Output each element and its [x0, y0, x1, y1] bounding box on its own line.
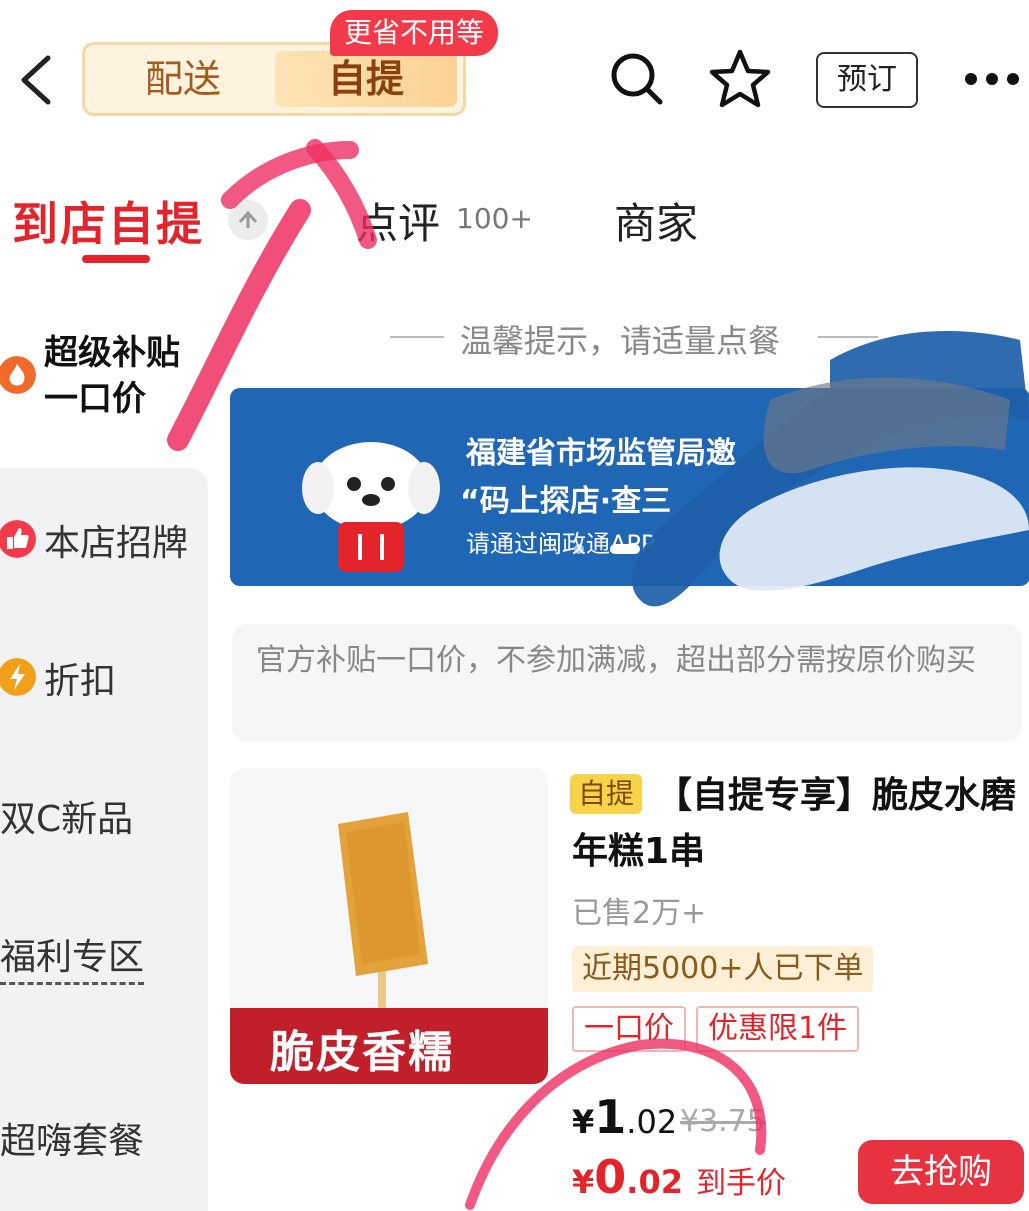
tab-pickup[interactable]: 到店自提 [12, 188, 204, 254]
scribble-overlay [632, 331, 1029, 607]
price-integer: 0 [594, 1150, 627, 1204]
currency-symbol: ¥ [572, 1163, 595, 1201]
tab-active-indicator [82, 255, 150, 263]
dog-mascot-icon [302, 442, 440, 572]
limit-tag: 优惠限1件 [696, 1006, 860, 1052]
star-icon[interactable] [708, 48, 772, 110]
sidebar-item-label: 一口价 [44, 379, 146, 419]
product-image[interactable]: 脆皮香糯 [230, 768, 548, 1084]
reviews-count: 100+ [456, 202, 533, 235]
pickup-tag: 自提 [570, 774, 642, 814]
back-icon[interactable] [14, 50, 58, 110]
reserve-button[interactable]: 预订 [816, 52, 918, 108]
fixed-price-tag: 一口价 [572, 1006, 686, 1052]
tab-merchant[interactable]: 商家 [614, 190, 698, 251]
price-decimal: .02 [626, 1163, 683, 1201]
original-price: ¥3.75 [680, 1104, 766, 1139]
current-price: ¥1.02 [572, 1090, 677, 1144]
sidebar-item-signature[interactable]: 本店招牌 [44, 514, 188, 566]
carousel-dot [574, 544, 584, 554]
currency-symbol: ¥ [572, 1103, 595, 1141]
tab-reviews[interactable]: 点评 [356, 190, 440, 251]
price-integer: 1 [594, 1090, 627, 1144]
collapse-icon[interactable] [228, 200, 268, 240]
recent-orders-badge: 近期5000+人已下单 [572, 946, 874, 992]
final-price-label: 到手价 [696, 1166, 787, 1201]
promo-badge: 更省不用等 [330, 10, 499, 56]
tab-delivery[interactable]: 配送 [91, 51, 275, 107]
sold-count: 已售2万+ [572, 896, 707, 931]
sidebar-item-label: 超级补贴 [44, 333, 180, 373]
price-decimal: .02 [626, 1103, 678, 1141]
product-ribbon: 脆皮香糯 [230, 1008, 548, 1084]
sidebar-item-welfare[interactable]: 福利专区 [0, 928, 145, 985]
final-price: ¥0.02 到手价 [572, 1150, 786, 1204]
fire-icon [0, 356, 36, 394]
sidebar-item-new-products[interactable]: 双C新品 [0, 790, 133, 842]
tab-self-pickup[interactable]: 自提 [275, 51, 457, 107]
sidebar-item-discount[interactable]: 折扣 [44, 652, 116, 704]
search-icon[interactable] [608, 50, 664, 106]
sidebar-item-combo[interactable]: 超嗨套餐 [0, 1112, 144, 1164]
product-image-caption: 脆皮香糯 [270, 1027, 454, 1078]
buy-button[interactable]: 去抢购 [858, 1140, 1024, 1204]
divider [390, 336, 444, 338]
sidebar-item-super-subsidy[interactable]: 超级补贴 一口价 [44, 330, 180, 422]
rice-cake-skewer-image [338, 812, 428, 1034]
more-icon[interactable] [962, 66, 1022, 92]
